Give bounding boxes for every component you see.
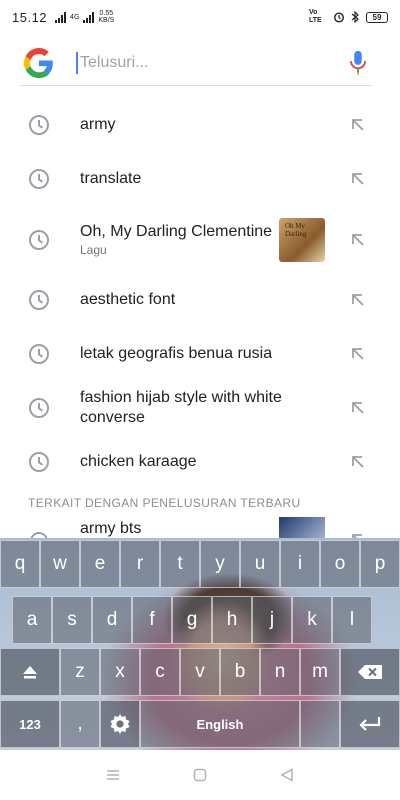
history-icon: [29, 169, 49, 189]
signal-icon: [55, 11, 67, 23]
backspace-key[interactable]: [340, 648, 400, 696]
key-x[interactable]: x: [100, 648, 140, 696]
key-w[interactable]: w: [40, 540, 80, 588]
key-s[interactable]: s: [52, 596, 92, 644]
keyboard-row-4: 123 , English: [0, 700, 400, 748]
comma-key[interactable]: ,: [60, 700, 100, 748]
history-item-label: aesthetic font: [80, 291, 176, 308]
alarm-icon: [333, 12, 345, 23]
key-e[interactable]: e: [80, 540, 120, 588]
gear-icon: [110, 714, 130, 734]
history-item[interactable]: letak geografis benua rusia: [0, 327, 400, 381]
key-j[interactable]: j: [252, 596, 292, 644]
shift-key[interactable]: [0, 648, 60, 696]
fill-query-arrow-icon[interactable]: [348, 344, 368, 364]
key-y[interactable]: y: [200, 540, 240, 588]
battery-icon: 59: [366, 11, 388, 23]
mic-icon[interactable]: [346, 48, 370, 78]
volte-icon: Vo LTE: [309, 9, 322, 24]
history-icon: [29, 344, 49, 364]
signal-icon-2: [83, 11, 95, 23]
keyboard-row-1: q w e r t y u i o p: [0, 540, 400, 588]
related-section-label: TERKAIT DENGAN PENELUSURAN TERBARU: [28, 496, 301, 510]
history-list: army translate Oh, My Darling Clementine…: [0, 98, 400, 489]
settings-key[interactable]: [100, 700, 140, 748]
google-logo-icon[interactable]: [24, 47, 54, 78]
key-i[interactable]: i: [280, 540, 320, 588]
net-speed: 0.55 KB/S: [98, 10, 115, 24]
history-icon: [29, 290, 49, 310]
history-item-label: fashion hijab style with white converse: [80, 389, 282, 426]
key-v[interactable]: v: [180, 648, 220, 696]
backspace-icon: [358, 665, 382, 679]
key-m[interactable]: m: [300, 648, 340, 696]
key-q[interactable]: q: [0, 540, 40, 588]
numbers-key[interactable]: 123: [0, 700, 60, 748]
search-bar: [20, 40, 372, 86]
history-item-label: army: [80, 116, 116, 133]
key-a[interactable]: a: [12, 596, 52, 644]
related-item-label: army bts: [80, 520, 142, 537]
history-icon: [29, 452, 49, 472]
fill-query-arrow-icon[interactable]: [348, 398, 368, 418]
period-key[interactable]: [300, 700, 340, 748]
home-icon[interactable]: [192, 767, 208, 783]
fill-query-arrow-icon[interactable]: [348, 452, 368, 472]
status-time: 15.12: [12, 9, 48, 25]
fill-query-arrow-icon[interactable]: [348, 115, 368, 135]
history-icon: [29, 398, 49, 418]
history-item[interactable]: army: [0, 98, 400, 152]
net-type: 4G: [70, 13, 80, 21]
enter-key[interactable]: [340, 700, 400, 748]
fill-query-arrow-icon[interactable]: [348, 169, 368, 189]
back-icon[interactable]: [279, 767, 295, 783]
key-g[interactable]: g: [172, 596, 212, 644]
key-f[interactable]: f: [132, 596, 172, 644]
history-item-label: translate: [80, 170, 142, 187]
key-d[interactable]: d: [92, 596, 132, 644]
key-k[interactable]: k: [292, 596, 332, 644]
key-h[interactable]: h: [212, 596, 252, 644]
keyboard-row-3: z x c v b n m: [0, 648, 400, 696]
key-c[interactable]: c: [140, 648, 180, 696]
key-l[interactable]: l: [332, 596, 372, 644]
shift-icon: [23, 666, 37, 679]
key-u[interactable]: u: [240, 540, 280, 588]
history-item[interactable]: aesthetic font: [0, 273, 400, 327]
keyboard-row-2: a s d f g h j k l: [0, 596, 400, 644]
history-item[interactable]: fashion hijab style with white converse: [0, 381, 400, 435]
history-icon: [29, 115, 49, 135]
space-key[interactable]: English: [140, 700, 300, 748]
search-input[interactable]: [76, 51, 346, 74]
key-n[interactable]: n: [260, 648, 300, 696]
navigation-bar: [0, 750, 400, 800]
key-p[interactable]: p: [360, 540, 400, 588]
screen: 15.12 4G 0.55 KB/S Vo LTE 59 Telusuri...…: [0, 0, 400, 800]
fill-query-arrow-icon[interactable]: [348, 230, 368, 250]
key-o[interactable]: o: [320, 540, 360, 588]
menu-icon[interactable]: [105, 767, 121, 783]
bluetooth-icon: [351, 11, 359, 23]
enter-icon: [359, 717, 381, 731]
status-bar: 15.12 4G 0.55 KB/S Vo LTE 59: [0, 0, 400, 34]
history-item[interactable]: translate: [0, 152, 400, 206]
history-icon: [29, 229, 49, 250]
history-item-label: letak geografis benua rusia: [80, 345, 273, 362]
album-thumbnail: Oh My Darling: [279, 217, 325, 262]
related-item[interactable]: army bts: [0, 516, 400, 540]
key-b[interactable]: b: [220, 648, 260, 696]
history-item-label: chicken karaage: [80, 453, 197, 470]
fill-query-arrow-icon[interactable]: [348, 290, 368, 310]
related-thumbnail: [279, 517, 325, 540]
history-item[interactable]: Oh, My Darling Clementine Lagu Oh My Dar…: [0, 206, 400, 273]
key-r[interactable]: r: [120, 540, 160, 588]
key-z[interactable]: z: [60, 648, 100, 696]
history-item[interactable]: chicken karaage: [0, 435, 400, 489]
key-t[interactable]: t: [160, 540, 200, 588]
keyboard: q w e r t y u i o p a s d f g h j k l z: [0, 538, 400, 750]
